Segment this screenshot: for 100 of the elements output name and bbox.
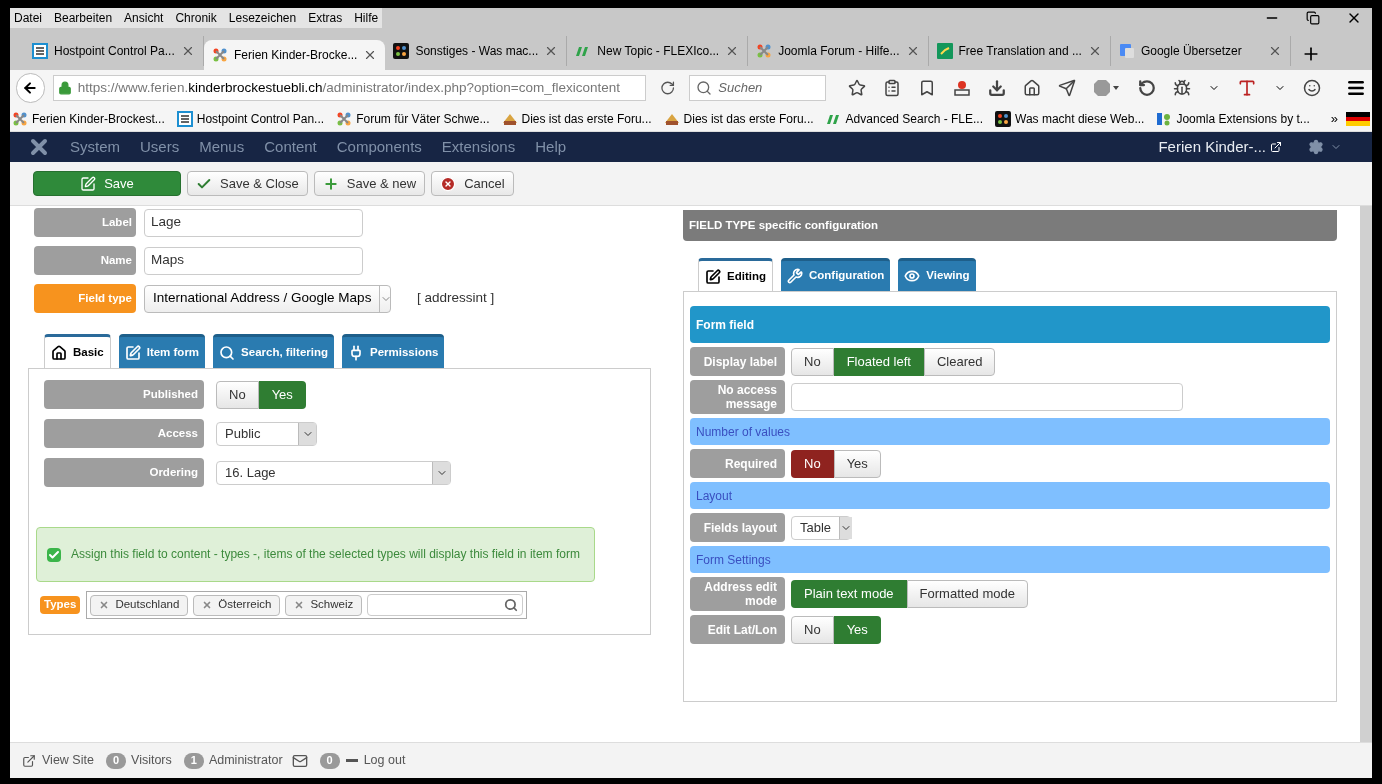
smiley-icon[interactable] <box>1303 79 1321 97</box>
address-field[interactable]: https://www.ferien.kinderbrockestuebli.ch/administrator/index.php?option=com_flexicontent <box>52 75 646 101</box>
tab[interactable]: Permissions <box>342 334 445 368</box>
menu-item[interactable]: Lesezeichen <box>228 9 297 27</box>
type-tag[interactable]: Schweiz <box>285 594 363 616</box>
browser-tab[interactable]: Sonstiges - Was mac... <box>385 36 568 66</box>
search-field[interactable]: Suchen <box>689 75 826 101</box>
menu-item[interactable]: Hilfe <box>354 9 379 27</box>
tab[interactable]: Viewing <box>898 258 976 291</box>
tab-title: Hostpoint Control Pa... <box>54 43 175 60</box>
tab[interactable]: Item form <box>118 334 206 368</box>
select-field[interactable]: Public <box>216 421 317 446</box>
bookmark[interactable]: Dies ist das erste Foru... <box>663 109 818 128</box>
scrollbar[interactable] <box>1360 206 1372 742</box>
toggle-option[interactable]: No <box>791 449 834 478</box>
field-type-select[interactable]: International Address / Google Maps <box>144 284 391 313</box>
checkbox[interactable] <box>47 547 61 562</box>
pocket-icon[interactable] <box>918 79 936 97</box>
toggle-option[interactable]: Plain text mode <box>791 580 907 608</box>
browser-tab[interactable]: New Topic - FLEXIco... <box>567 36 749 66</box>
menu-icon[interactable] <box>1346 78 1366 98</box>
toggle-option[interactable]: No <box>791 347 834 376</box>
menu-item[interactable]: Datei <box>14 9 42 27</box>
bookmark[interactable]: Was macht diese Web... <box>995 109 1149 128</box>
remove-icon[interactable] <box>294 600 305 610</box>
field-label: Display label <box>690 347 785 376</box>
remove-icon[interactable] <box>99 600 110 610</box>
browser-tab[interactable]: Ferien Kinder-Brocke... <box>204 40 386 70</box>
remove-icon[interactable] <box>202 600 213 610</box>
logout-link[interactable]: Log out <box>363 751 406 770</box>
tab[interactable]: Editing <box>698 258 773 292</box>
toggle-option[interactable]: Yes <box>833 449 881 478</box>
settings-icon[interactable] <box>1308 139 1324 155</box>
browser-tab[interactable]: Joomla Forum - Hilfe... <box>748 36 929 66</box>
bug-icon[interactable] <box>1173 79 1191 97</box>
adblock-icon[interactable] <box>1093 79 1121 97</box>
type-tag[interactable]: Deutschland <box>90 594 189 616</box>
toggle-option[interactable]: Formatted mode <box>906 580 1028 608</box>
text-field[interactable] <box>791 383 1183 411</box>
type-tag[interactable]: Österreich <box>193 594 281 616</box>
menu-item[interactable]: Bearbeiten <box>54 9 113 27</box>
select-field[interactable]: 16. Lage <box>216 460 451 485</box>
bookmark[interactable]: Hostpoint Control Pan... <box>176 109 329 128</box>
save-button[interactable]: Save <box>33 171 181 196</box>
tab[interactable]: Configuration <box>780 258 891 291</box>
font-icon[interactable] <box>1237 78 1257 98</box>
bookmark[interactable]: Ferien Kinder-Brockest... <box>12 109 169 128</box>
select-field[interactable]: Table <box>791 515 851 540</box>
field-label: Required <box>690 449 785 478</box>
toggle-option[interactable]: No <box>216 380 259 409</box>
home-icon[interactable] <box>1023 79 1041 97</box>
bookmark[interactable]: Advanced Search - FLE... <box>825 109 987 128</box>
toggle-option[interactable]: Floated left <box>833 347 924 376</box>
section-header: Layout <box>690 482 1330 509</box>
toggle-option[interactable]: Cleared <box>923 347 996 376</box>
cancel-button[interactable]: Cancel <box>431 171 514 196</box>
save-close-button[interactable]: Save & Close <box>187 171 308 196</box>
menu-item[interactable]: Ansicht <box>124 9 164 27</box>
star-icon[interactable] <box>848 79 866 97</box>
browser-tab[interactable]: Free Translation and ... <box>928 36 1111 66</box>
restore-icon[interactable] <box>1306 11 1320 25</box>
field-label: Address edit mode <box>690 577 785 611</box>
toggle-option[interactable]: No <box>791 615 834 644</box>
notice-text: Assign this field to content - types -, items of the selected types will display this field in item form <box>71 546 580 563</box>
browser-tab[interactable]: Google Übersetzer <box>1110 36 1291 66</box>
nav-item[interactable]: Menus <box>199 135 245 159</box>
nav-item[interactable]: Help <box>535 135 567 159</box>
history-icon[interactable] <box>1138 79 1156 97</box>
view-site-link[interactable]: View Site <box>42 751 94 770</box>
download-icon[interactable] <box>988 79 1006 97</box>
upload-icon[interactable] <box>953 79 971 97</box>
send-icon[interactable] <box>1058 79 1076 97</box>
text-field[interactable]: Lage <box>144 208 363 237</box>
text-field[interactable]: Maps <box>144 246 363 275</box>
nav-item[interactable]: System <box>70 135 120 159</box>
nav-item[interactable]: Extensions <box>441 135 516 159</box>
tab[interactable]: Basic <box>44 334 111 369</box>
toggle-option[interactable]: Yes <box>258 380 306 409</box>
site-link[interactable]: Ferien Kinder-... <box>1158 135 1266 159</box>
more-bookmarks[interactable]: » <box>1330 108 1338 129</box>
save-new-button[interactable]: Save & new <box>313 171 426 196</box>
nav-item[interactable]: Components <box>336 135 422 159</box>
bookmark[interactable]: Forum für Väter Schwe... <box>336 109 494 128</box>
nav-item[interactable]: Users <box>140 135 180 159</box>
tab[interactable]: Search, filtering <box>213 334 334 368</box>
reading-list-icon[interactable] <box>883 79 901 97</box>
bookmark[interactable]: Joomla Extensions by t... <box>1156 109 1314 128</box>
menu-item[interactable]: Extras <box>308 9 343 27</box>
types-field[interactable]: Deutschland Österreich Schweiz <box>86 591 528 619</box>
back-button[interactable] <box>16 73 45 103</box>
nav-item[interactable]: Content <box>264 135 317 159</box>
minus-icon <box>345 759 358 762</box>
search-field[interactable] <box>367 594 524 616</box>
eye-icon <box>904 268 921 284</box>
menu-item[interactable]: Chronik <box>175 9 217 27</box>
browser-tab[interactable]: Hostpoint Control Pa... <box>24 36 204 66</box>
bookmark[interactable]: Dies ist das erste Foru... <box>501 109 656 128</box>
reload-icon[interactable] <box>659 80 676 96</box>
joomla-icon <box>756 43 773 59</box>
toggle-option[interactable]: Yes <box>833 615 881 644</box>
